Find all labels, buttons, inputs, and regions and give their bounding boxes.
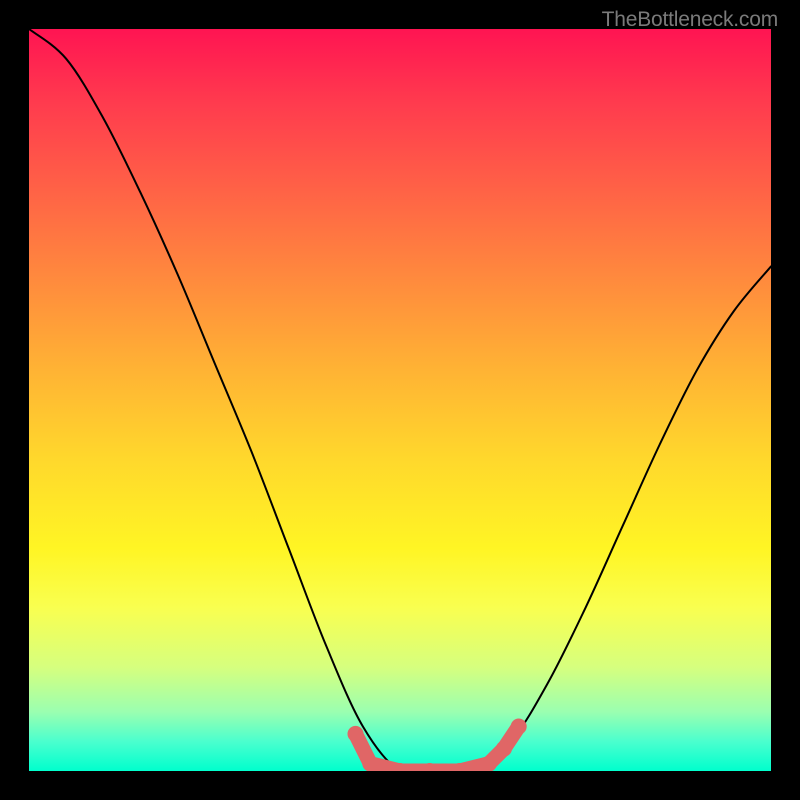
chart-frame: TheBottleneck.com — [0, 0, 800, 800]
plot-area — [29, 29, 771, 771]
bottleneck-curve — [29, 29, 771, 771]
curve-svg — [29, 29, 771, 771]
watermark-text: TheBottleneck.com — [602, 8, 778, 32]
